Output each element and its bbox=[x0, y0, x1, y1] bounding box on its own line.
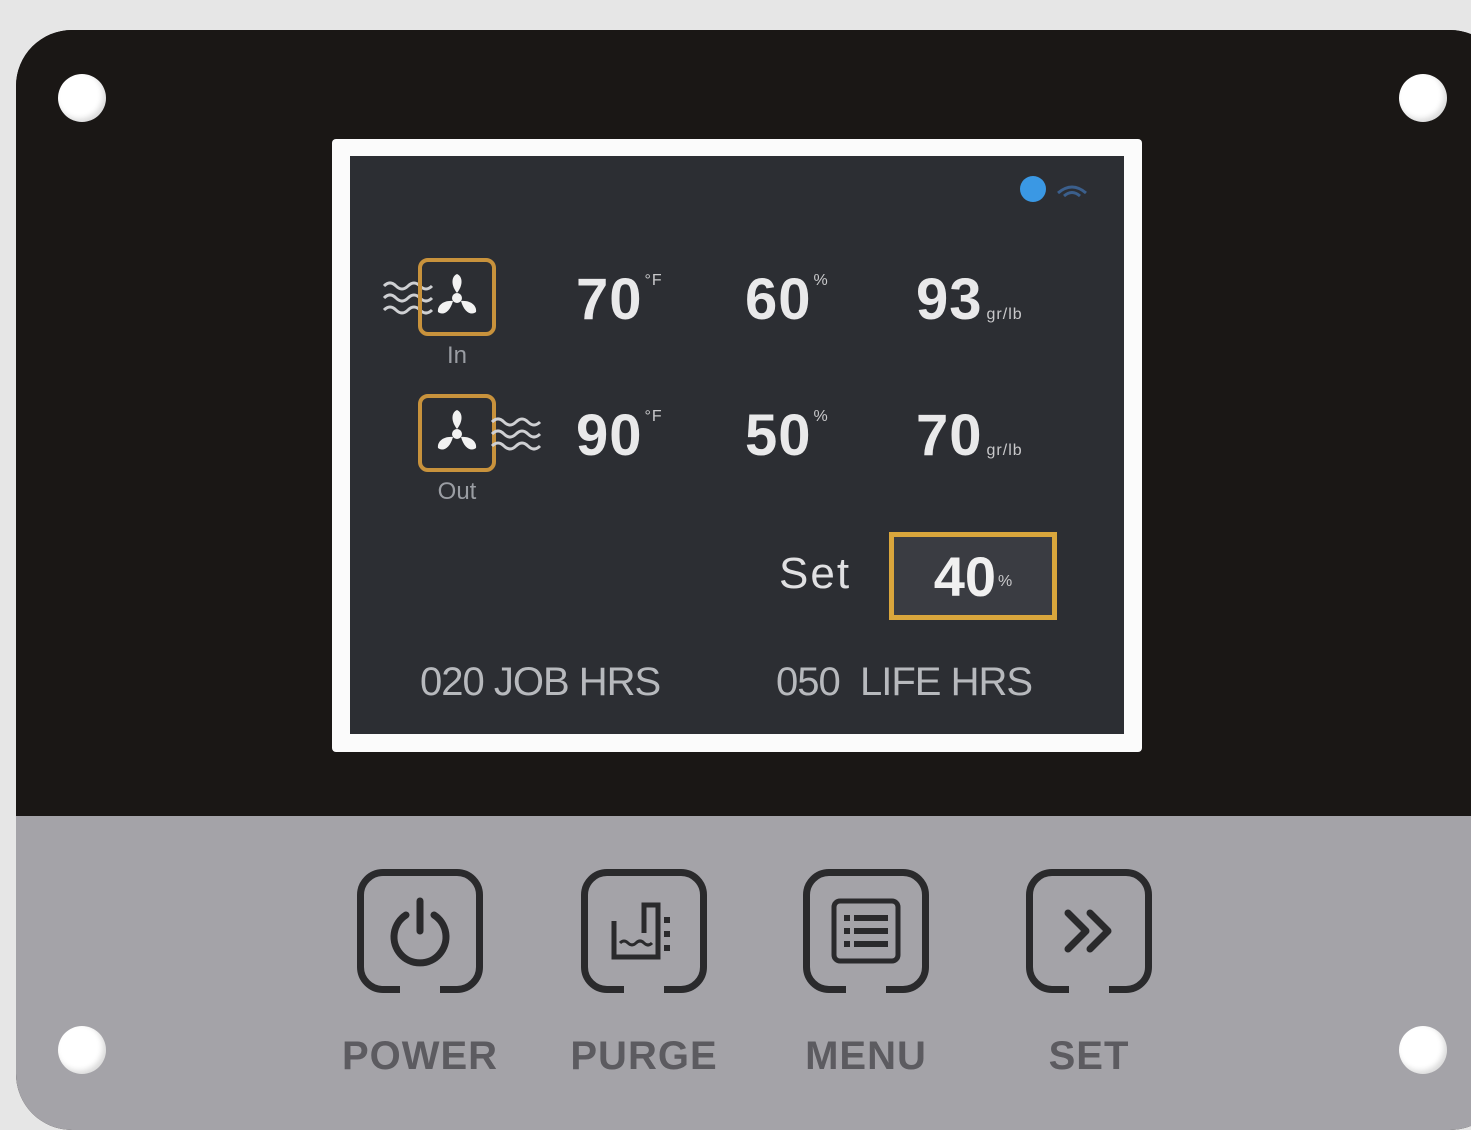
power-button[interactable] bbox=[357, 869, 483, 994]
outlet-grains-value: 70 bbox=[916, 403, 983, 468]
job-hours-value: 020 bbox=[420, 660, 485, 704]
outlet-humidity: 50% bbox=[745, 402, 829, 469]
purge-icon bbox=[611, 902, 670, 960]
life-hours: 050 LIFE HRS bbox=[776, 660, 1033, 705]
status-area bbox=[1020, 176, 1090, 202]
wifi-icon bbox=[1057, 185, 1087, 198]
setpoint-field[interactable]: 40% bbox=[889, 532, 1057, 620]
inlet-temperature-value: 70 bbox=[576, 267, 643, 332]
power-button-label: POWER bbox=[341, 1034, 499, 1078]
setpoint-unit: % bbox=[998, 573, 1013, 590]
status-dot-icon bbox=[1020, 176, 1046, 202]
outlet-temperature-unit: °F bbox=[644, 408, 663, 425]
menu-button[interactable] bbox=[803, 869, 929, 994]
set-button-label: SET bbox=[1048, 1034, 1130, 1078]
screw-top-right bbox=[1399, 74, 1447, 122]
outlet-humidity-value: 50 bbox=[745, 403, 812, 468]
setpoint-label: Set bbox=[779, 549, 852, 598]
menu-button-label: MENU bbox=[805, 1034, 927, 1078]
life-hours-value: 050 bbox=[776, 660, 841, 704]
outlet-temperature: 90 °F bbox=[576, 402, 663, 469]
inlet-humidity-value: 60 bbox=[745, 267, 812, 332]
screw-bottom-right bbox=[1399, 1026, 1447, 1074]
inlet-grains-value: 93 bbox=[916, 267, 983, 332]
keypad-area bbox=[16, 816, 1471, 1130]
inlet-grains: 93 gr/lb bbox=[916, 266, 1023, 333]
outlet-temperature-value: 90 bbox=[576, 403, 643, 468]
fast-forward-icon bbox=[1064, 909, 1112, 953]
outlet-grains: 70 gr/lb bbox=[916, 402, 1023, 469]
inlet-temperature: 70 °F bbox=[576, 266, 663, 333]
power-button-notch bbox=[400, 984, 440, 994]
setpoint-value: 40 bbox=[933, 544, 997, 608]
screw-bottom-left bbox=[58, 1026, 106, 1074]
air-out-waves-icon bbox=[490, 417, 542, 451]
lcd-screen: In 70 °F 60% 93 gr/lb Out 90 °F 50 % 70 … bbox=[350, 156, 1124, 734]
inlet-label: In bbox=[446, 342, 467, 369]
inlet-fan-icon bbox=[418, 258, 496, 336]
outlet-label: Out bbox=[437, 478, 477, 505]
life-hours-label: LIFE HRS bbox=[859, 660, 1033, 704]
inlet-grains-unit: gr/lb bbox=[986, 306, 1023, 323]
purge-button[interactable] bbox=[581, 869, 707, 994]
set-button[interactable] bbox=[1026, 869, 1152, 994]
purge-button-label: PURGE bbox=[570, 1034, 718, 1078]
outlet-grains-unit: gr/lb bbox=[986, 442, 1023, 459]
inlet-humidity: 60% bbox=[745, 266, 829, 333]
outlet-humidity-unit: % bbox=[813, 408, 829, 425]
menu-icon bbox=[831, 898, 901, 964]
screw-top-left bbox=[58, 74, 106, 122]
set-button-notch bbox=[1069, 984, 1109, 994]
inlet-humidity-unit: % bbox=[813, 272, 829, 289]
outlet-fan-icon bbox=[418, 394, 496, 472]
display-bezel: In 70 °F 60% 93 gr/lb Out 90 °F 50 % 70 … bbox=[332, 139, 1142, 752]
purge-button-notch bbox=[624, 984, 664, 994]
power-icon bbox=[390, 897, 450, 967]
job-hours: 020 JOB HRS bbox=[420, 660, 661, 705]
job-hours-label: JOB HRS bbox=[493, 660, 661, 704]
inlet-temperature-unit: °F bbox=[644, 272, 663, 289]
menu-button-notch bbox=[846, 984, 886, 994]
